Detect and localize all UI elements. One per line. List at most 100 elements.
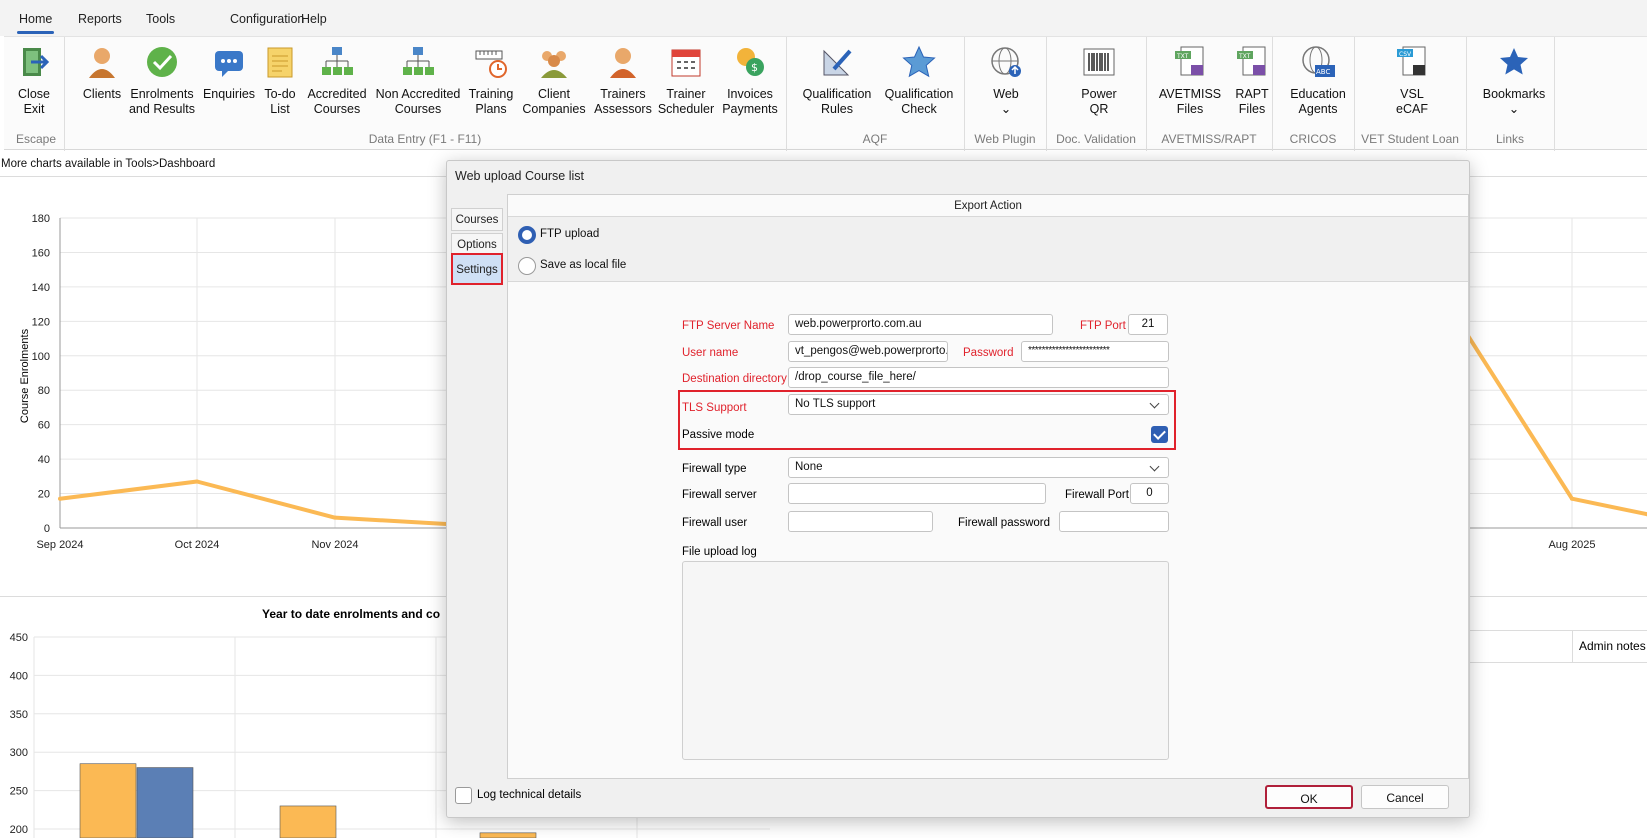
y-tick-label: 80 [38, 385, 50, 397]
education-agents-button[interactable]: ABC Education Agents [1280, 45, 1356, 117]
todo-label: To-do List [264, 87, 296, 116]
tls-support-select[interactable]: No TLS support [788, 394, 1169, 415]
file-upload-log[interactable] [682, 561, 1169, 760]
password-input[interactable]: ************************ [1021, 341, 1169, 362]
group-label-vet-loan: VET Student Loan [1361, 132, 1459, 146]
more-charts-note: More charts available in Tools>Dashboard [1, 158, 216, 170]
username-input[interactable]: vt_pengos@web.powerprorto. [788, 341, 948, 362]
x-tick-label: Nov 2024 [311, 539, 358, 551]
txt-file-icon: TXT [1235, 45, 1269, 79]
enrolments-results-button[interactable]: Enrolments and Results [124, 45, 200, 117]
trainer-scheduler-button[interactable]: Trainer Scheduler [656, 45, 716, 117]
invoices-payments-button[interactable]: $ Invoices Payments [718, 45, 782, 117]
close-exit-button[interactable]: Close Exit [12, 45, 56, 117]
firewall-port-input[interactable]: 0 [1130, 483, 1169, 504]
group-separator [1554, 37, 1555, 151]
save-local-radio[interactable] [518, 257, 536, 275]
clients-label: Clients [82, 87, 122, 101]
bookmarks-button[interactable]: Bookmarks ⌄ [1478, 45, 1550, 117]
ok-button[interactable]: OK [1265, 785, 1353, 809]
ftp-server-input[interactable]: web.powerprorto.com.au [788, 314, 1053, 335]
data-point [1570, 496, 1574, 501]
globe-upload-icon [989, 45, 1023, 79]
qual-check-label: Qualification Check [884, 87, 954, 116]
firewall-password-input[interactable] [1059, 511, 1169, 532]
passive-mode-label: Passive mode [682, 429, 755, 441]
dialog-title: Web upload Course list [455, 169, 585, 183]
clients-button[interactable]: Clients [74, 45, 130, 102]
ftp-port-input[interactable]: 21 [1128, 314, 1168, 335]
firewall-user-input[interactable] [788, 511, 933, 532]
svg-text:CSV: CSV [1399, 51, 1412, 58]
enrolments-label: Enrolments and Results [128, 87, 195, 116]
firewall-server-input[interactable] [788, 483, 1046, 504]
globe-abc-icon: ABC [1301, 45, 1335, 79]
y-tick-label: 300 [10, 747, 28, 759]
education-agents-label: Education Agents [1290, 87, 1346, 116]
y-tick-label: 40 [38, 454, 50, 466]
trainers-assessors-button[interactable]: Trainers Assessors [592, 45, 654, 117]
group-label-web-plugin: Web Plugin [974, 132, 1036, 146]
non-accredited-courses-button[interactable]: Non Accredited Courses [372, 45, 464, 117]
group-label-avetmiss-rapt: AVETMISS/RAPT [1161, 132, 1257, 146]
firewall-port-label: Firewall Port [1065, 489, 1129, 501]
export-action-panel: FTP upload Save as local file [508, 217, 1468, 282]
avetmiss-files-button[interactable]: TXT AVETMISS Files [1154, 45, 1226, 117]
svg-text:TXT: TXT [1238, 53, 1251, 60]
y-tick-label: 450 [10, 632, 28, 644]
accredited-label: Accredited Courses [307, 87, 367, 116]
ftp-upload-radio[interactable] [518, 226, 536, 244]
menu-help[interactable]: Help [301, 12, 327, 26]
org-chart-icon [320, 45, 354, 79]
qual-rules-label: Qualification Rules [802, 87, 872, 116]
enquiries-button[interactable]: Enquiries [200, 45, 258, 102]
firewall-type-label: Firewall type [682, 463, 747, 475]
check-circle-icon [145, 45, 179, 79]
notepad-icon [263, 45, 297, 79]
avetmiss-files-label: AVETMISS Files [1158, 87, 1222, 116]
menu-configuration[interactable]: Configuration [230, 12, 304, 26]
log-technical-checkbox[interactable] [455, 787, 472, 804]
tab-courses[interactable]: Courses [451, 208, 503, 231]
invoices-label: Invoices Payments [722, 87, 778, 116]
cancel-button[interactable]: Cancel [1361, 785, 1449, 809]
web-button[interactable]: Web ⌄ [974, 45, 1038, 117]
x-tick-label: Oct 2024 [175, 539, 220, 551]
y-tick-label: 120 [32, 316, 50, 328]
client-person-icon [85, 45, 119, 79]
tab-settings[interactable]: Settings [451, 253, 503, 285]
qualification-check-button[interactable]: Qualification Check [876, 45, 962, 117]
menu-bar: Home Reports Tools Configuration Help [0, 0, 1647, 36]
y-tick-label: 250 [10, 786, 28, 798]
y-tick-label: 20 [38, 489, 50, 501]
menu-tools[interactable]: Tools [146, 12, 175, 26]
tls-support-label: TLS Support [682, 402, 747, 414]
client-companies-button[interactable]: Client Companies [516, 45, 592, 117]
training-plans-label: Training Plans [468, 87, 514, 116]
accredited-courses-button[interactable]: Accredited Courses [302, 45, 372, 117]
username-label: User name [682, 347, 739, 359]
chevron-down-icon: ⌄ [1508, 102, 1520, 116]
bar [479, 832, 537, 838]
firewall-type-select[interactable]: None [788, 457, 1169, 478]
bar-chart-title: Year to date enrolments and co [262, 607, 441, 621]
group-label-doc-validation: Doc. Validation [1056, 132, 1136, 146]
bar [136, 767, 194, 838]
menu-home[interactable]: Home [16, 12, 55, 34]
y-tick-label: 160 [32, 247, 50, 259]
destination-input[interactable]: /drop_course_file_here/ [788, 367, 1169, 388]
rapt-files-button[interactable]: TXT RAPT Files [1226, 45, 1278, 117]
admin-notes-column-header[interactable]: Admin notes [1572, 630, 1647, 663]
qualification-rules-button[interactable]: Qualification Rules [794, 45, 880, 117]
passive-mode-checkbox[interactable] [1151, 426, 1168, 443]
group-label-links: Links [1495, 132, 1524, 146]
power-qr-button[interactable]: Power QR [1064, 45, 1134, 117]
training-plans-button[interactable]: Training Plans [466, 45, 516, 117]
trainer-person-icon [606, 45, 640, 79]
y-tick-label: 140 [32, 282, 50, 294]
todo-list-button[interactable]: To-do List [258, 45, 302, 117]
vsl-ecaf-button[interactable]: CSV VSL eCAF [1376, 45, 1448, 117]
bookmark-star-icon [1497, 45, 1531, 79]
menu-reports[interactable]: Reports [78, 12, 122, 26]
client-companies-label: Client Companies [522, 87, 586, 116]
